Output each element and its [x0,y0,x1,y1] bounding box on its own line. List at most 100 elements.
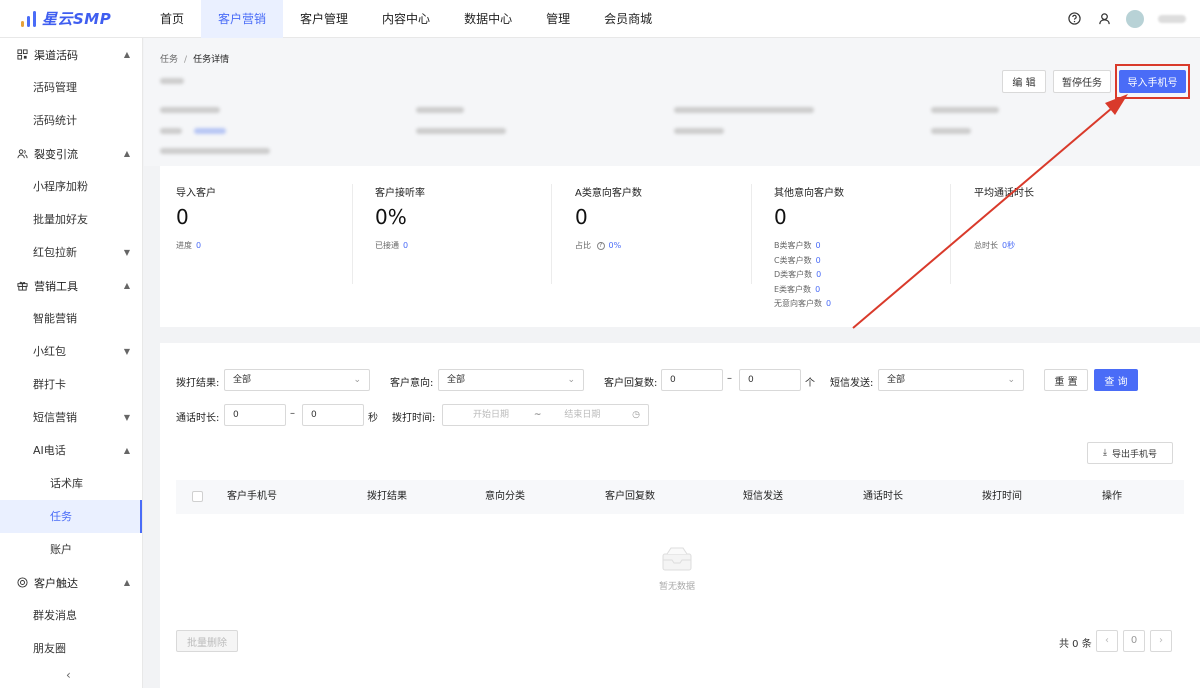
call-result-select[interactable]: 全部 ⌄ [224,369,370,391]
logo-text: 星云SMP [42,10,112,28]
chevron-down-icon: ⌄ [353,375,361,385]
duration-min-input[interactable]: 0 [224,404,286,426]
prev-page-button[interactable]: ‹ [1096,630,1118,652]
task-header: 任务 / 任务详情 编 辑 暂停任务 导入手机号 [144,38,1200,166]
breadcrumb: 任务 / 任务详情 [160,55,230,65]
reset-button[interactable]: 重 置 [1044,369,1088,391]
info-icon[interactable]: ? [596,241,605,250]
sidebar-item-miniprogram-fans[interactable]: 小程序加粉 [0,170,142,203]
avatar[interactable] [1126,9,1144,28]
stat-avg-duration: 平均通话时长 0 总时长0秒 [974,188,1034,250]
divider [950,184,951,284]
filter-intent-label: 客户意向: [390,378,434,389]
filter-sms-label: 短信发送: [830,378,874,389]
blurred-detail [416,107,464,113]
chevron-up-icon: ▲ [123,149,130,158]
query-button[interactable]: 查 询 [1094,369,1138,391]
edit-button[interactable]: 编 辑 [1002,70,1046,93]
next-page-button[interactable]: › [1150,630,1172,652]
blurred-detail [674,128,724,134]
main-content: 任务 / 任务详情 编 辑 暂停任务 导入手机号 导入客户 0 进度 0 客户接听率 … [144,38,1200,688]
sidebar-item-smart-marketing[interactable]: 智能营销 [0,302,142,335]
clock-icon: ◷ [632,410,640,420]
sidebar-item-batch-add-friends[interactable]: 批量加好友 [0,203,142,236]
sidebar-group-fission[interactable]: 裂变引流 ▲ [0,137,142,170]
sidebar-item-group-checkin[interactable]: 群打卡 [0,368,142,401]
qrcode-icon [16,49,28,61]
sidebar-item-ai-phone[interactable]: AI电话 ▲ [0,434,142,467]
sidebar-item-mass-message[interactable]: 群发消息 [0,599,142,632]
stat-other-intent: 其他意向客户数 0 B类客户数 0 C类客户数 0 D类客户数 0 E类客户数 0 无意… [774,188,844,308]
end-date-input[interactable]: 结束日期 [564,410,600,420]
sidebar-group-channel-code[interactable]: 渠道活码 ▲ [0,38,142,71]
sidebar-item-code-statistics[interactable]: 活码统计 [0,104,142,137]
pause-task-button[interactable]: 暂停任务 [1053,70,1111,93]
batch-delete-button[interactable]: 批量删除 [176,630,238,652]
blurred-detail [194,128,226,134]
blurred-detail [160,128,182,134]
sidebar-group-customer-reach[interactable]: 客户触达 ▲ [0,566,142,599]
select-all-checkbox[interactable] [192,491,203,502]
nav-data-center[interactable]: 数据中心 [447,0,529,38]
nav-management[interactable]: 管理 [529,0,587,38]
chevron-down-icon: ▼ [123,413,130,422]
page-number[interactable]: 0 [1123,630,1145,652]
date-range-picker[interactable]: 开始日期 ~ 结束日期 ◷ [442,404,649,426]
username-blurred[interactable] [1158,14,1186,23]
export-phone-button[interactable]: ⤓ 导出手机号 [1087,442,1173,464]
intent-select[interactable]: 全部 ⌄ [438,369,584,391]
sidebar-sub-task[interactable]: 任务 [0,500,142,533]
sidebar-item-red-packet[interactable]: 红包拉新 ▼ [0,236,142,269]
filter-result-label: 拨打结果: [176,378,220,389]
divider [352,184,353,284]
chevron-down-icon: ▼ [123,248,130,257]
gift-icon [16,280,28,292]
nav-member-mall[interactable]: 会员商城 [587,0,669,38]
filter-time-label: 拨打时间: [392,413,436,424]
chevron-up-icon: ▲ [123,446,130,455]
sidebar-item-code-management[interactable]: 活码管理 [0,71,142,104]
download-icon: ⤓ [1103,448,1107,458]
duration-max-input[interactable]: 0 [302,404,364,426]
blurred-task-name [160,78,184,84]
chevron-down-icon: ⌄ [1007,375,1015,385]
breadcrumb-parent[interactable]: 任务 [160,55,178,65]
divider [551,184,552,284]
reply-max-input[interactable]: 0 [739,369,801,391]
main-nav: 首页 客户营销 客户管理 内容中心 数据中心 管理 会员商城 [143,0,669,38]
empty-state: 暂无数据 [652,546,702,592]
sidebar-item-small-red-packet[interactable]: 小红包 ▼ [0,335,142,368]
nav-content-center[interactable]: 内容中心 [365,0,447,38]
stat-import-customers: 导入客户 0 进度 0 [176,188,216,250]
target-icon [16,577,28,589]
chevron-up-icon: ▲ [123,50,130,59]
start-date-input[interactable]: 开始日期 [473,410,509,420]
sidebar-item-sms-marketing[interactable]: 短信营销 ▼ [0,401,142,434]
people-icon [16,148,28,160]
blurred-detail [674,107,814,113]
sidebar-item-moments[interactable]: 朋友圈 [0,632,142,665]
sidebar-group-marketing-tools[interactable]: 营销工具 ▲ [0,269,142,302]
blurred-detail [931,107,999,113]
user-switch-icon[interactable] [1096,11,1112,27]
reply-min-input[interactable]: 0 [661,369,723,391]
blurred-detail [416,128,506,134]
breadcrumb-current: 任务详情 [193,55,230,65]
blurred-detail [160,148,270,154]
sidebar-sub-script-library[interactable]: 话术库 [0,467,142,500]
filter-reply-label: 客户回复数: [604,378,658,389]
records-panel: 拨打结果: 全部 ⌄ 客户意向: 全部 ⌄ 客户回复数: 0 – 0 个 短信发送:… [160,343,1200,688]
nav-customer-marketing[interactable]: 客户营销 [201,0,284,38]
sidebar-sub-account[interactable]: 账户 [0,533,142,566]
chevron-up-icon: ▲ [123,578,130,587]
stat-answer-rate: 客户接听率 0% 已接通 0 [375,188,425,250]
chevron-down-icon: ⌄ [567,375,575,385]
collapse-sidebar-icon[interactable]: ‹ [66,668,71,682]
sms-select[interactable]: 全部 ⌄ [878,369,1024,391]
help-icon[interactable] [1066,11,1082,27]
nav-home[interactable]: 首页 [143,0,201,38]
logo[interactable]: 星云SMP [0,0,143,38]
logo-mark-icon [20,10,38,27]
blurred-detail [931,128,971,134]
nav-customer-management[interactable]: 客户管理 [283,0,365,38]
